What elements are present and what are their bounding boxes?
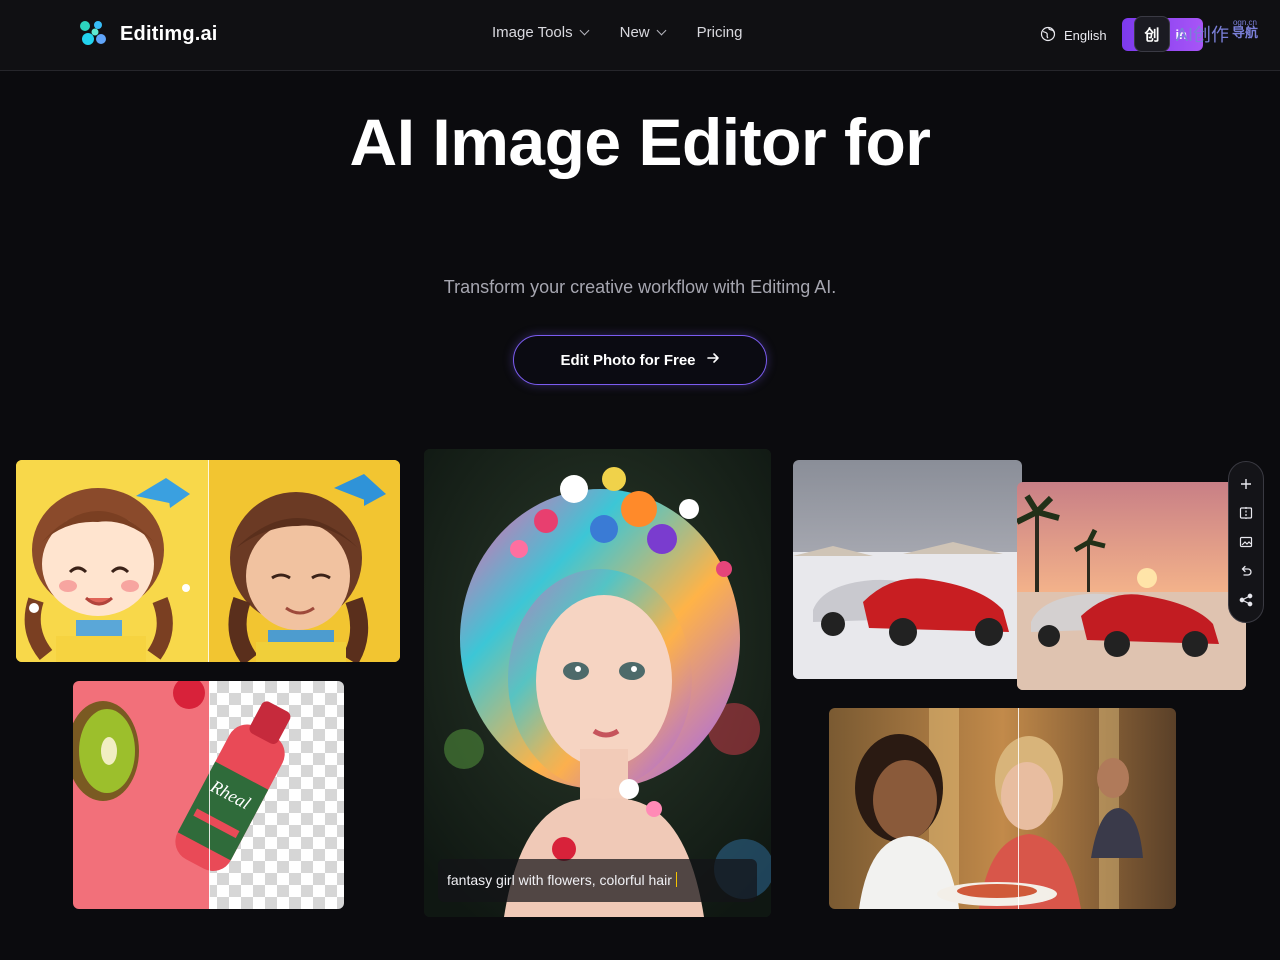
text-cursor (675, 872, 678, 887)
top-navbar: Editimg.ai Image Tools New Pricing Engli… (0, 0, 1280, 71)
text-to-image-example: fantasy girl with flowers, colorful hair (424, 449, 771, 917)
background-removal-example: Rheal (73, 681, 344, 909)
globe-icon (1040, 26, 1056, 45)
style-transfer-example (16, 460, 400, 662)
prompt-caption: fantasy girl with flowers, colorful hair (438, 859, 757, 902)
nav-image-tools-label: Image Tools (492, 24, 573, 41)
compare-divider[interactable] (208, 460, 209, 662)
prompt-text: fantasy girl with flowers, colorful hair (447, 872, 672, 888)
nav-image-tools[interactable]: Image Tools (492, 24, 590, 41)
brand-name: Editimg.ai (120, 22, 218, 45)
chevron-down-icon (656, 25, 667, 36)
watermark-logo-icon: 创 (1134, 16, 1170, 52)
hero-title: AI Image Editor for (349, 105, 931, 179)
watermark-text: AI创作 (1176, 25, 1230, 45)
main-nav: Image Tools New Pricing (492, 24, 742, 41)
compare-divider[interactable] (1018, 708, 1019, 909)
car-background-swap-example (1017, 482, 1246, 690)
car-beach-image (1017, 482, 1246, 690)
language-selector[interactable]: English (1040, 26, 1107, 45)
car-original-image (793, 460, 1022, 679)
undo-icon[interactable] (1237, 562, 1255, 580)
floating-toolbar (1228, 461, 1264, 623)
fantasy-girl-image (424, 449, 771, 917)
logo-icon (76, 17, 110, 51)
nav-pricing[interactable]: Pricing (697, 24, 743, 41)
compare-divider[interactable] (209, 681, 210, 909)
hero-subtitle: Transform your creative workflow with Ed… (443, 277, 837, 297)
image-icon[interactable] (1237, 533, 1255, 551)
edit-photo-label: Edit Photo for Free (560, 351, 696, 369)
watermark-sub-bottom: 导航 (1232, 25, 1259, 40)
chevron-down-icon (579, 25, 590, 36)
compare-icon[interactable] (1237, 504, 1255, 522)
arrow-right-icon (706, 351, 720, 369)
plus-icon[interactable] (1237, 475, 1255, 493)
restaurant-photo-image (829, 708, 1176, 909)
nav-pricing-label: Pricing (696, 24, 743, 41)
watermark-icon-text: 创 (1144, 26, 1160, 44)
brand-logo[interactable]: Editimg.ai (76, 17, 218, 51)
car-original-example (793, 460, 1022, 679)
share-icon[interactable] (1237, 591, 1255, 609)
edit-photo-button[interactable]: Edit Photo for Free (513, 335, 767, 385)
watermark-sub: ogn.cn 导航 (1232, 18, 1259, 40)
language-label: English (1064, 28, 1107, 43)
nav-new-label: New (619, 24, 650, 41)
nav-new[interactable]: New (619, 24, 667, 41)
photo-enhance-example (829, 708, 1176, 909)
